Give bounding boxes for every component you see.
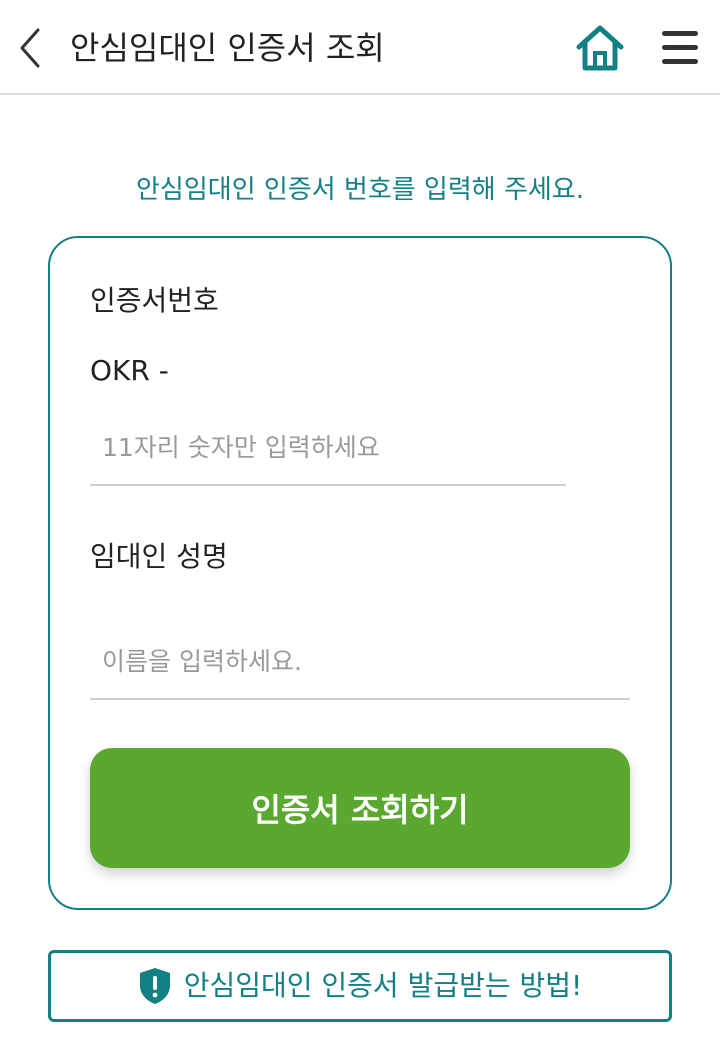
- landlord-name-label: 임대인 성명: [90, 540, 228, 573]
- cert-number-input[interactable]: [90, 410, 566, 486]
- landlord-name-input[interactable]: [90, 624, 630, 700]
- cert-number-prefix: OKR -: [90, 354, 169, 387]
- page-title: 안심임대인 인증서 조회: [70, 29, 385, 67]
- lookup-form-card: 인증서번호 OKR - 임대인 성명 인증서 조회하기: [48, 236, 672, 910]
- home-icon: [576, 25, 624, 71]
- cert-number-label: 인증서번호: [90, 284, 219, 317]
- chevron-left-icon: [20, 28, 40, 68]
- menu-button[interactable]: [656, 24, 704, 72]
- home-button[interactable]: [574, 22, 626, 74]
- shield-alert-icon: [139, 968, 170, 1004]
- submit-lookup-button[interactable]: 인증서 조회하기: [90, 748, 630, 868]
- issuance-guide-button[interactable]: 안심임대인 인증서 발급받는 방법!: [48, 950, 672, 1022]
- hamburger-menu-icon: [662, 31, 698, 64]
- instruction-text: 안심임대인 인증서 번호를 입력해 주세요.: [136, 175, 584, 205]
- app-header: 안심임대인 인증서 조회: [0, 0, 720, 95]
- back-button[interactable]: [8, 20, 52, 76]
- issuance-guide-label: 안심임대인 인증서 발급받는 방법!: [183, 969, 583, 1002]
